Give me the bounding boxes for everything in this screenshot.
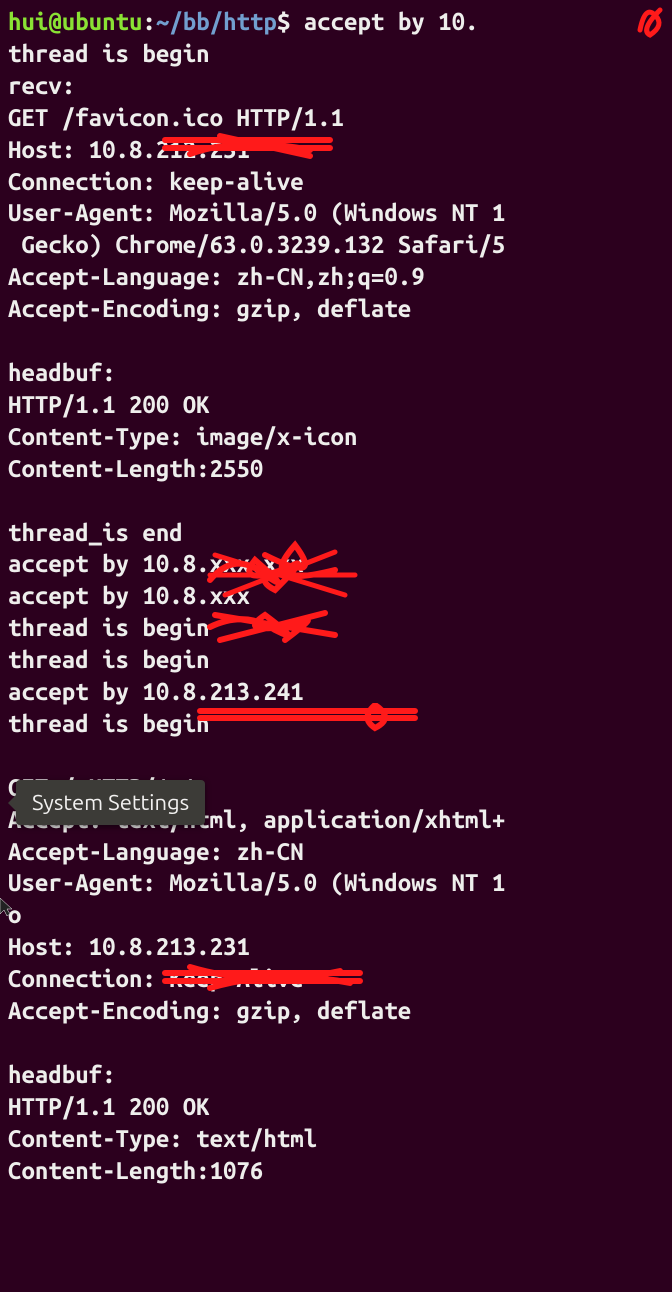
output-line: accept by 10.8.xxx.xxx [8, 550, 304, 577]
output-line: Content-Type: text/html [8, 1125, 317, 1152]
output-line: headbuf: [8, 1061, 116, 1088]
prompt-path: ~/bb/http [156, 8, 277, 35]
output-line: User-Agent: Mozilla/5.0 (Windows NT 1 [8, 869, 505, 896]
output-line: User-Agent: Mozilla/5.0 (Windows NT 1 [8, 199, 505, 226]
output-line: accept by 10.8.xxx [8, 582, 250, 609]
tooltip-label: System Settings [32, 790, 189, 815]
output-line: Accept-Language: zh-CN,zh;q=0.9 [8, 263, 425, 290]
output-line: Connection: keep-alive [8, 168, 304, 195]
output-line: Content-Type: image/x-icon [8, 423, 357, 450]
output-line: thread is begin [8, 614, 210, 641]
output-line: Content-Length:1076 [8, 1157, 263, 1184]
output-line: headbuf: [8, 359, 116, 386]
output-line: Accept-Language: zh-CN [8, 838, 304, 865]
output-line: Gecko) Chrome/63.0.3239.132 Safari/5 [8, 231, 505, 258]
output-line: thread is begin [8, 646, 210, 673]
prompt-user: hui [8, 8, 48, 35]
command-text: accept by 10. [304, 8, 479, 35]
prompt-host: ubuntu [62, 8, 143, 35]
output-line: Accept-Encoding: gzip, deflate [8, 295, 411, 322]
output-line: Host: 10.8.212.231 [8, 136, 250, 163]
system-settings-tooltip: System Settings [16, 780, 205, 825]
output-line: o [8, 901, 21, 928]
output-line: GET /favicon.ico HTTP/1.1 [8, 104, 344, 131]
output-line: HTTP/1.1 200 OK [8, 1093, 210, 1120]
output-line: accept by 10.8.213.241 [8, 678, 304, 705]
output-line: Content-Length:2550 [8, 455, 263, 482]
terminal-output[interactable]: hui@ubuntu:~/bb/http$ accept by 10. thre… [8, 6, 664, 1187]
output-line: HTTP/1.1 200 OK [8, 391, 210, 418]
output-line: thread_is end [8, 519, 183, 546]
output-line: Connection: Keep-Alive [8, 965, 304, 992]
output-line: thread is begin [8, 40, 210, 67]
output-line: recv: [8, 72, 75, 99]
output-line: Host: 10.8.213.231 [8, 933, 250, 960]
output-line: thread is begin [8, 710, 210, 737]
output-line: Accept-Encoding: gzip, deflate [8, 997, 411, 1024]
